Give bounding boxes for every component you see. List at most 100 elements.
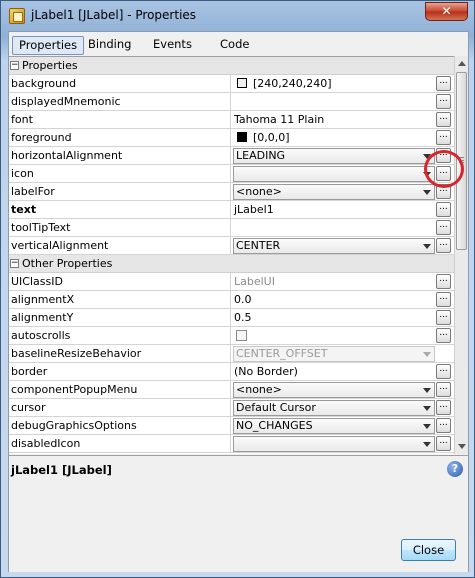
customizer-button[interactable]: ... bbox=[436, 112, 451, 127]
customizer-button[interactable]: ... bbox=[436, 130, 451, 145]
tab-events[interactable]: Events bbox=[147, 36, 198, 55]
scroll-down-icon[interactable] bbox=[458, 444, 466, 449]
chevron-down-icon[interactable] bbox=[423, 388, 431, 393]
property-row-autoscrolls[interactable]: autoscrolls ... bbox=[9, 327, 454, 345]
property-value[interactable]: [0,0,0] bbox=[232, 129, 435, 147]
customizer-button[interactable]: ... bbox=[436, 202, 451, 217]
property-name: disabledIcon bbox=[9, 435, 231, 453]
property-row-tooltip-text[interactable]: toolTipText ... bbox=[9, 219, 454, 237]
property-value[interactable]: jLabel1 bbox=[232, 201, 435, 219]
property-value[interactable]: 0.5 bbox=[232, 309, 435, 327]
autoscrolls-checkbox[interactable] bbox=[236, 330, 247, 341]
property-name: foreground bbox=[9, 129, 231, 147]
property-value[interactable]: [240,240,240] bbox=[232, 75, 435, 93]
property-sheet: − Properties background [240,240,240] ..… bbox=[9, 56, 454, 454]
help-icon[interactable]: ? bbox=[447, 461, 463, 477]
color-value: [240,240,240] bbox=[253, 77, 332, 90]
collapse-icon[interactable]: − bbox=[10, 259, 19, 268]
property-value[interactable]: (No Border) bbox=[232, 363, 435, 381]
property-name: debugGraphicsOptions bbox=[9, 417, 231, 435]
property-name: border bbox=[9, 363, 231, 381]
customizer-button[interactable]: ... bbox=[436, 238, 451, 253]
window-title: jLabel1 [JLabel] - Properties bbox=[31, 8, 197, 22]
value-combobox[interactable]: CENTER bbox=[233, 238, 435, 254]
property-row-alignment-x[interactable]: alignmentX 0.0 ... bbox=[9, 291, 454, 309]
property-row-disabled-icon[interactable]: disabledIcon ... bbox=[9, 435, 454, 453]
property-name: horizontalAlignment bbox=[9, 147, 231, 165]
category-other-properties[interactable]: − Other Properties bbox=[9, 255, 454, 273]
property-value[interactable] bbox=[232, 219, 435, 237]
tab-properties[interactable]: Properties bbox=[12, 36, 85, 55]
vertical-scrollbar[interactable] bbox=[454, 56, 468, 454]
property-row-cursor[interactable]: cursor Default Cursor ... bbox=[9, 399, 454, 417]
property-name: componentPopupMenu bbox=[9, 381, 231, 399]
customizer-button[interactable]: ... bbox=[436, 220, 451, 235]
property-row-ui-class-id[interactable]: UIClassID LabelUI ... bbox=[9, 273, 454, 291]
property-row-label-for[interactable]: labelFor <none> ... bbox=[9, 183, 454, 201]
property-name: baselineResizeBehavior bbox=[9, 345, 231, 363]
value-combobox[interactable]: NO_CHANGES bbox=[233, 418, 435, 434]
color-value: [0,0,0] bbox=[253, 131, 290, 144]
property-row-vertical-alignment[interactable]: verticalAlignment CENTER ... bbox=[9, 237, 454, 255]
property-name: icon bbox=[9, 165, 231, 183]
window-close-button[interactable]: ✕ bbox=[425, 2, 468, 21]
property-row-font[interactable]: font Tahoma 11 Plain ... bbox=[9, 111, 454, 129]
properties-window: jLabel1 [JLabel] - Properties ✕ Properti… bbox=[0, 0, 475, 578]
tab-binding[interactable]: Binding bbox=[82, 36, 137, 55]
value-combobox: CENTER_OFFSET bbox=[233, 346, 435, 362]
property-name: labelFor bbox=[9, 183, 231, 201]
property-value[interactable]: 0.0 bbox=[232, 291, 435, 309]
property-row-component-popup-menu[interactable]: componentPopupMenu <none> ... bbox=[9, 381, 454, 399]
property-row-alignment-y[interactable]: alignmentY 0.5 ... bbox=[9, 309, 454, 327]
chevron-down-icon[interactable] bbox=[423, 244, 431, 249]
customizer-button[interactable]: ... bbox=[436, 94, 451, 109]
customizer-button[interactable]: ... bbox=[436, 382, 451, 397]
customizer-button[interactable]: ... bbox=[436, 328, 451, 343]
combobox-value: CENTER_OFFSET bbox=[236, 347, 328, 360]
property-value[interactable]: Tahoma 11 Plain bbox=[232, 111, 435, 129]
tab-code[interactable]: Code bbox=[214, 36, 255, 55]
value-combobox[interactable]: LEADING bbox=[233, 148, 435, 164]
value-combobox[interactable]: <none> bbox=[233, 184, 435, 200]
category-properties[interactable]: − Properties bbox=[9, 57, 454, 75]
customizer-button[interactable]: ... bbox=[436, 364, 451, 379]
customizer-button[interactable]: ... bbox=[436, 310, 451, 325]
property-row-icon[interactable]: icon ... bbox=[9, 165, 454, 183]
collapse-icon[interactable]: − bbox=[10, 61, 19, 70]
property-value bbox=[232, 327, 435, 345]
property-name: text bbox=[9, 201, 231, 219]
property-row-displayed-mnemonic[interactable]: displayedMnemonic ... bbox=[9, 93, 454, 111]
value-combobox[interactable]: Default Cursor bbox=[233, 400, 435, 416]
customizer-button[interactable]: ... bbox=[436, 400, 451, 415]
color-swatch bbox=[237, 132, 247, 142]
property-row-foreground[interactable]: foreground [0,0,0] ... bbox=[9, 129, 454, 147]
customizer-button[interactable]: ... bbox=[436, 436, 451, 451]
category-label: Properties bbox=[22, 59, 78, 72]
property-value[interactable] bbox=[232, 93, 435, 111]
property-row-baseline-resize-behavior[interactable]: baselineResizeBehavior CENTER_OFFSET bbox=[9, 345, 454, 363]
value-combobox[interactable] bbox=[233, 166, 435, 182]
customizer-button[interactable]: ... bbox=[436, 76, 451, 91]
description-panel: jLabel1 [JLabel] ? bbox=[9, 455, 468, 572]
property-row-debug-graphics-options[interactable]: debugGraphicsOptions NO_CHANGES ... bbox=[9, 417, 454, 435]
customizer-button[interactable]: ... bbox=[436, 274, 451, 289]
property-row-horizontal-alignment[interactable]: horizontalAlignment LEADING ... bbox=[9, 147, 454, 165]
customizer-button[interactable]: ... bbox=[436, 418, 451, 433]
close-button[interactable]: Close bbox=[401, 539, 456, 561]
app-icon bbox=[9, 8, 25, 24]
value-combobox[interactable]: <none> bbox=[233, 382, 435, 398]
chevron-down-icon[interactable] bbox=[423, 406, 431, 411]
tab-bar: Properties Binding Events Code bbox=[12, 34, 467, 56]
color-swatch bbox=[237, 78, 247, 88]
chevron-down-icon[interactable] bbox=[423, 442, 431, 447]
property-row-background[interactable]: background [240,240,240] ... bbox=[9, 75, 454, 93]
chevron-down-icon[interactable] bbox=[423, 424, 431, 429]
title-bar[interactable]: jLabel1 [JLabel] - Properties ✕ bbox=[1, 1, 474, 31]
property-row-border[interactable]: border (No Border) ... bbox=[9, 363, 454, 381]
scroll-up-icon[interactable] bbox=[458, 61, 466, 66]
value-combobox[interactable] bbox=[233, 436, 435, 452]
highlight-circle bbox=[424, 150, 464, 188]
customizer-button[interactable]: ... bbox=[436, 292, 451, 307]
chevron-down-icon[interactable] bbox=[423, 190, 431, 195]
property-row-text[interactable]: text jLabel1 ... bbox=[9, 201, 454, 219]
